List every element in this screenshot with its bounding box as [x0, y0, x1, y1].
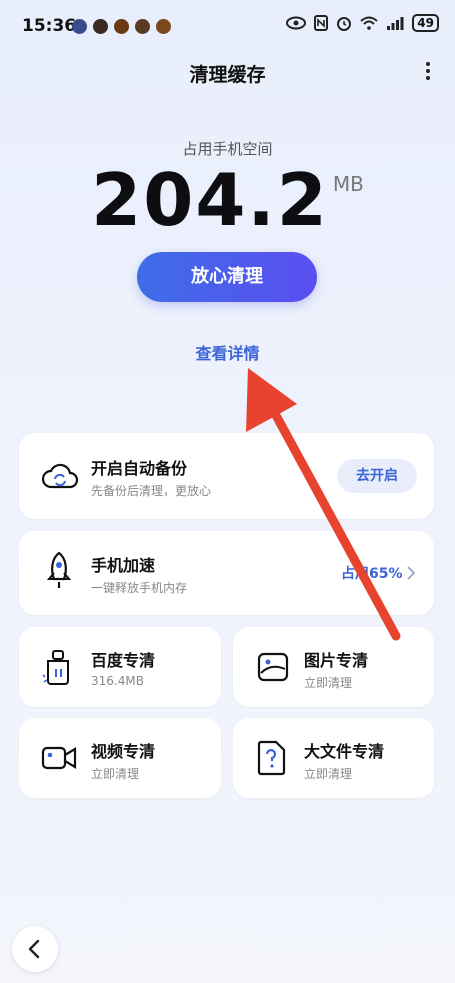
backup-subtitle: 先备份后清理，更放心 [91, 484, 212, 498]
notification-app-icon [72, 19, 87, 34]
back-button[interactable] [12, 926, 58, 972]
enable-backup-button[interactable]: 去开启 [337, 459, 417, 493]
boost-usage: 占用65% [341, 566, 403, 582]
notification-app-icon [114, 19, 129, 34]
storage-label: 占用手机空间 [182, 140, 273, 158]
video-camera-icon [41, 746, 77, 770]
cloud-sync-icon [41, 463, 79, 489]
view-details-link[interactable]: 查看详情 [0, 340, 455, 364]
clean-button[interactable]: 放心清理 [137, 252, 317, 302]
large-file-clean-title: 大文件专清 [304, 742, 385, 761]
storage-number: 204.2 [91, 158, 329, 242]
backup-title: 开启自动备份 [91, 459, 188, 478]
chevron-right-icon [407, 566, 415, 580]
unknown-file-icon [257, 740, 286, 776]
video-clean-subtitle: 立即清理 [91, 767, 140, 781]
baidu-clean-title: 百度专清 [91, 651, 156, 670]
notification-app-icon [93, 19, 108, 34]
phone-boost-card[interactable]: 手机加速 一键释放手机内存 占用65% [19, 531, 434, 615]
broom-icon [42, 650, 69, 685]
nfc-icon [314, 15, 329, 31]
alarm-icon [337, 17, 352, 31]
photo-clean-subtitle: 立即清理 [304, 676, 353, 690]
storage-unit: MB [332, 172, 364, 196]
chevron-left-icon [28, 939, 40, 959]
video-clean-title: 视频专清 [91, 742, 156, 761]
wifi-icon [360, 16, 378, 30]
more-menu-icon[interactable] [421, 60, 435, 82]
boost-title: 手机加速 [91, 556, 156, 575]
notification-app-icon [156, 19, 171, 34]
large-file-clean-card[interactable]: 大文件专清 立即清理 [233, 718, 434, 798]
status-icons: 49 [286, 14, 439, 32]
video-clean-card[interactable]: 视频专清 立即清理 [19, 718, 221, 798]
rocket-icon [46, 551, 72, 588]
notification-app-icon [135, 19, 150, 34]
baidu-clean-card[interactable]: 百度专清 316.4MB [19, 627, 221, 707]
signal-icon [387, 17, 404, 30]
status-time: 15:36 [22, 16, 77, 36]
status-bar: 15:36 49 [0, 0, 455, 52]
photo-clean-card[interactable]: 图片专清 立即清理 [233, 627, 434, 707]
battery-indicator: 49 [412, 14, 439, 32]
image-icon [257, 652, 289, 682]
large-file-clean-subtitle: 立即清理 [304, 767, 353, 781]
auto-backup-card[interactable]: 开启自动备份 先备份后清理，更放心 去开启 [19, 433, 434, 519]
page-title: 清理缓存 [189, 64, 266, 86]
eye-icon [286, 16, 307, 30]
boost-subtitle: 一键释放手机内存 [91, 581, 188, 595]
storage-value: 204.2 MB [0, 158, 455, 242]
baidu-clean-size: 316.4MB [91, 674, 144, 688]
photo-clean-title: 图片专清 [304, 651, 369, 670]
